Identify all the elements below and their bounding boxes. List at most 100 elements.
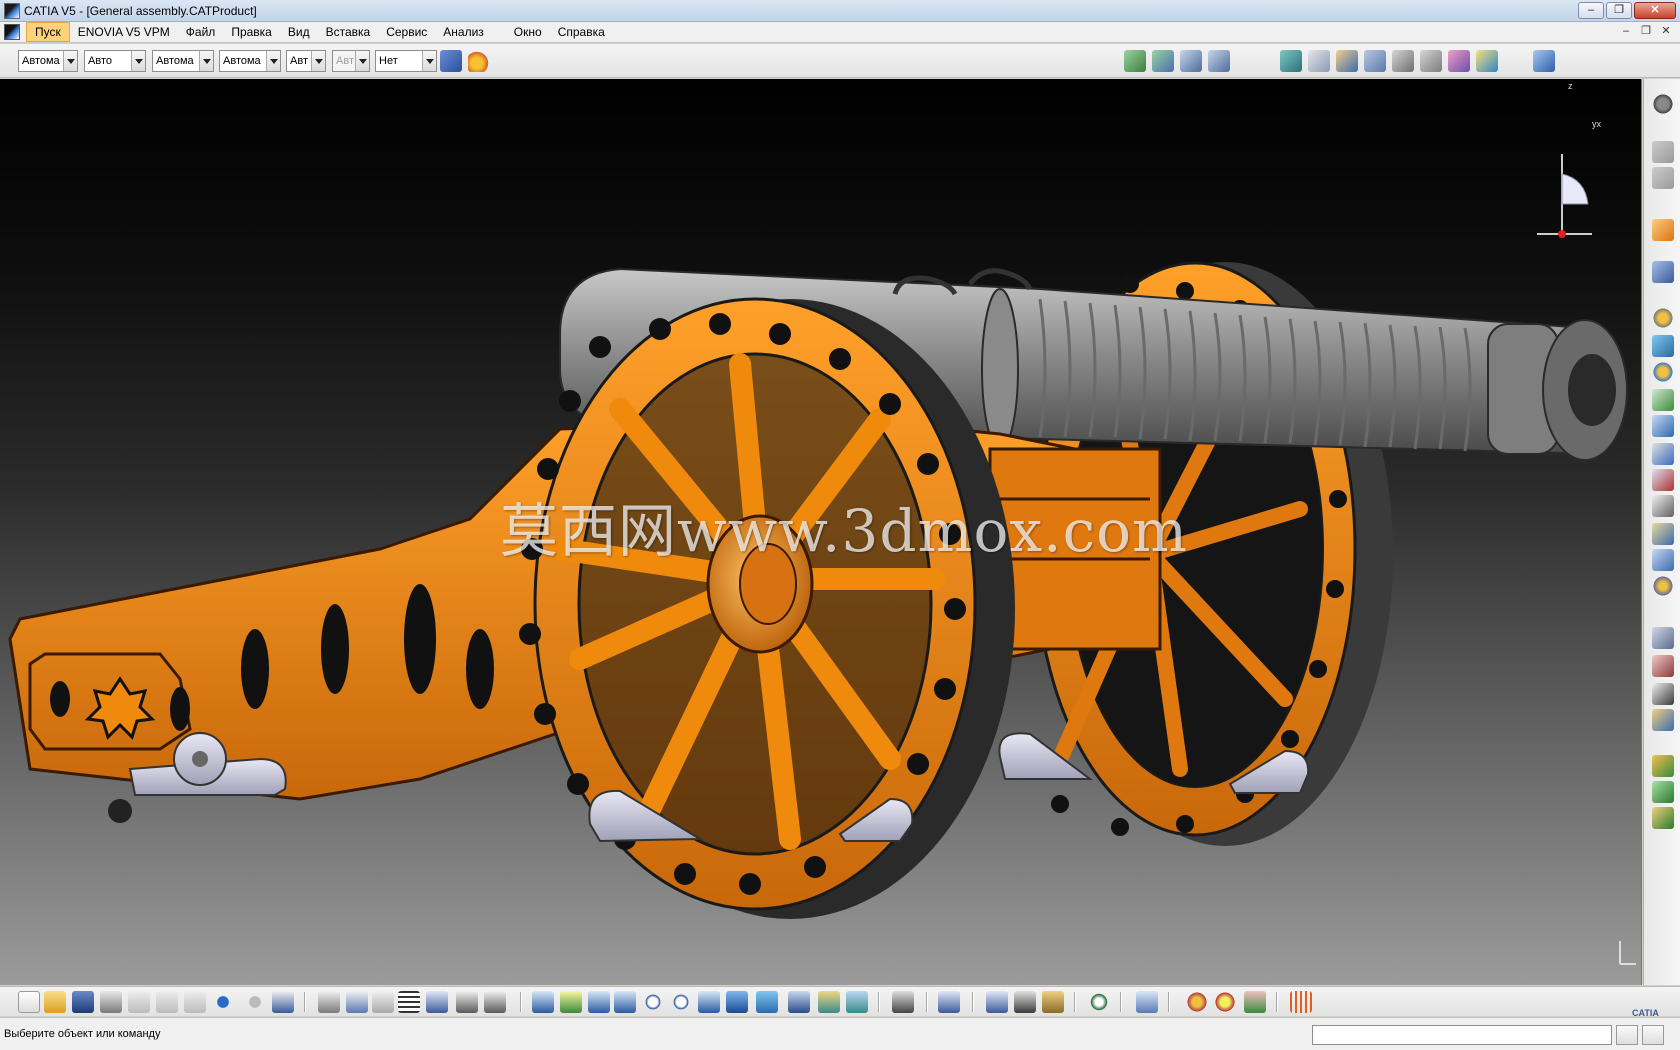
painter-icon[interactable]: [440, 50, 462, 72]
clash-icon[interactable]: [1652, 469, 1674, 491]
line-thickness-combo[interactable]: Автома: [152, 50, 214, 72]
catalog-icon[interactable]: [1652, 807, 1674, 829]
manage-representations-icon[interactable]: [1392, 50, 1414, 72]
open-folder-icon[interactable]: [44, 991, 66, 1013]
menu-window[interactable]: Окно: [506, 23, 550, 41]
remove-icon[interactable]: [1652, 443, 1674, 465]
fast-multi-instantiation-icon[interactable]: [1448, 50, 1470, 72]
reuse-pattern-icon[interactable]: [1652, 709, 1674, 731]
close-button[interactable]: ✕: [1634, 2, 1676, 19]
point-type-combo[interactable]: Авт: [286, 50, 326, 72]
parameters-icon[interactable]: [484, 991, 506, 1013]
measure-between-icon[interactable]: [986, 991, 1008, 1013]
transparency-combo[interactable]: Авто: [84, 50, 146, 72]
assembly-feature-icon[interactable]: [1652, 307, 1674, 329]
measure-inertia-icon[interactable]: [1042, 991, 1064, 1013]
pocket-icon[interactable]: [1652, 361, 1674, 383]
multi-instantiation-icon[interactable]: [1420, 50, 1442, 72]
new-part-icon[interactable]: [1180, 50, 1202, 72]
minimize-button[interactable]: –: [1578, 2, 1604, 19]
table-icon[interactable]: [398, 991, 420, 1013]
swap-visible-space-icon[interactable]: [846, 991, 868, 1013]
shading-icon[interactable]: [788, 991, 810, 1013]
whats-this-icon[interactable]: [272, 991, 294, 1013]
zoom-out-icon[interactable]: [670, 991, 692, 1013]
chevron-down-icon[interactable]: [311, 51, 325, 71]
menu-view[interactable]: Вид: [280, 23, 318, 41]
fit-all-icon[interactable]: [560, 991, 582, 1013]
doc-restore-button[interactable]: ❐: [1638, 24, 1654, 39]
apply-material-icon[interactable]: [1186, 991, 1208, 1013]
bill-of-material-icon[interactable]: [1652, 523, 1674, 545]
command-input[interactable]: [1312, 1025, 1612, 1045]
pan-icon[interactable]: [588, 991, 610, 1013]
multi-view-icon[interactable]: [726, 991, 748, 1013]
save-icon[interactable]: [72, 991, 94, 1013]
restore-button[interactable]: ❐: [1606, 2, 1632, 19]
select-cursor-icon[interactable]: [1652, 219, 1674, 241]
menu-edit[interactable]: Правка: [223, 23, 280, 41]
status-option-button[interactable]: [1616, 1025, 1638, 1045]
generate-numbering-icon[interactable]: [1336, 50, 1358, 72]
new-document-icon[interactable]: [18, 991, 40, 1013]
grid-icon[interactable]: [1290, 991, 1312, 1013]
layer-combo[interactable]: Нет: [375, 50, 437, 72]
hide-show-icon[interactable]: [818, 991, 840, 1013]
chevron-down-icon[interactable]: [63, 51, 77, 71]
catia-app-icon[interactable]: [4, 2, 20, 19]
split-icon[interactable]: [1652, 389, 1674, 411]
render-icon[interactable]: [1214, 991, 1236, 1013]
catalog-browser-icon[interactable]: [1533, 50, 1555, 72]
status-option-button[interactable]: [1642, 1025, 1664, 1045]
properties-brush-icon[interactable]: [468, 50, 490, 72]
manipulate-icon[interactable]: [1652, 261, 1674, 283]
linetype-combo[interactable]: Автома: [219, 50, 281, 72]
menu-analysis[interactable]: Анализ: [435, 23, 492, 41]
menu-tools[interactable]: Сервис: [378, 23, 435, 41]
hole-series-icon[interactable]: [1652, 335, 1674, 357]
compass-icon[interactable]: [1537, 154, 1592, 238]
menu-insert[interactable]: Вставка: [318, 23, 379, 41]
snap-icon[interactable]: [1652, 627, 1674, 649]
undo-icon[interactable]: [212, 991, 234, 1013]
menu-enovia[interactable]: ENOVIA V5 VPM: [70, 23, 178, 41]
new-component-icon[interactable]: [1124, 50, 1146, 72]
change-constraint-icon[interactable]: [1652, 781, 1674, 803]
graph-tree-reorder-icon[interactable]: [1308, 50, 1330, 72]
rotate-icon[interactable]: [614, 991, 636, 1013]
explode-icon[interactable]: [1652, 575, 1674, 597]
chevron-down-icon[interactable]: [422, 51, 436, 71]
normal-view-icon[interactable]: [698, 991, 720, 1013]
doc-minimize-button[interactable]: –: [1618, 24, 1634, 39]
gear-icon[interactable]: [1652, 93, 1674, 115]
knowledge-icon[interactable]: [456, 991, 478, 1013]
chevron-down-icon[interactable]: [131, 51, 145, 71]
fly-mode-icon[interactable]: [532, 991, 554, 1013]
measure-item-icon[interactable]: [1014, 991, 1036, 1013]
color-combo[interactable]: Автома: [18, 50, 78, 72]
environment-icon[interactable]: [1244, 991, 1266, 1013]
graph-tree-icon[interactable]: [426, 991, 448, 1013]
zoom-in-icon[interactable]: [642, 991, 664, 1013]
update-icon[interactable]: [1476, 50, 1498, 72]
comment-icon[interactable]: [346, 991, 368, 1013]
smart-move-icon[interactable]: [1652, 655, 1674, 677]
annotation-icon[interactable]: [1652, 495, 1674, 517]
chevron-down-icon[interactable]: [266, 51, 280, 71]
existing-component-icon[interactable]: [1208, 50, 1230, 72]
menu-help[interactable]: Справка: [550, 23, 613, 41]
sectioning-icon[interactable]: [938, 991, 960, 1013]
document-icon[interactable]: [4, 24, 20, 40]
menu-file[interactable]: Файл: [178, 23, 224, 41]
menu-start[interactable]: Пуск: [26, 22, 70, 42]
scenes-icon[interactable]: [1652, 549, 1674, 571]
fit-icon[interactable]: [1652, 683, 1674, 705]
update-constraints-icon[interactable]: [1652, 755, 1674, 777]
print-icon[interactable]: [100, 991, 122, 1013]
3d-viewport[interactable]: 莫西网www.3dmox.com z yx: [0, 79, 1642, 985]
formula-icon[interactable]: [318, 991, 340, 1013]
add-icon[interactable]: [1652, 415, 1674, 437]
chevron-down-icon[interactable]: [199, 51, 213, 71]
replace-component-icon[interactable]: [1280, 50, 1302, 72]
doc-close-button[interactable]: ✕: [1658, 24, 1674, 39]
